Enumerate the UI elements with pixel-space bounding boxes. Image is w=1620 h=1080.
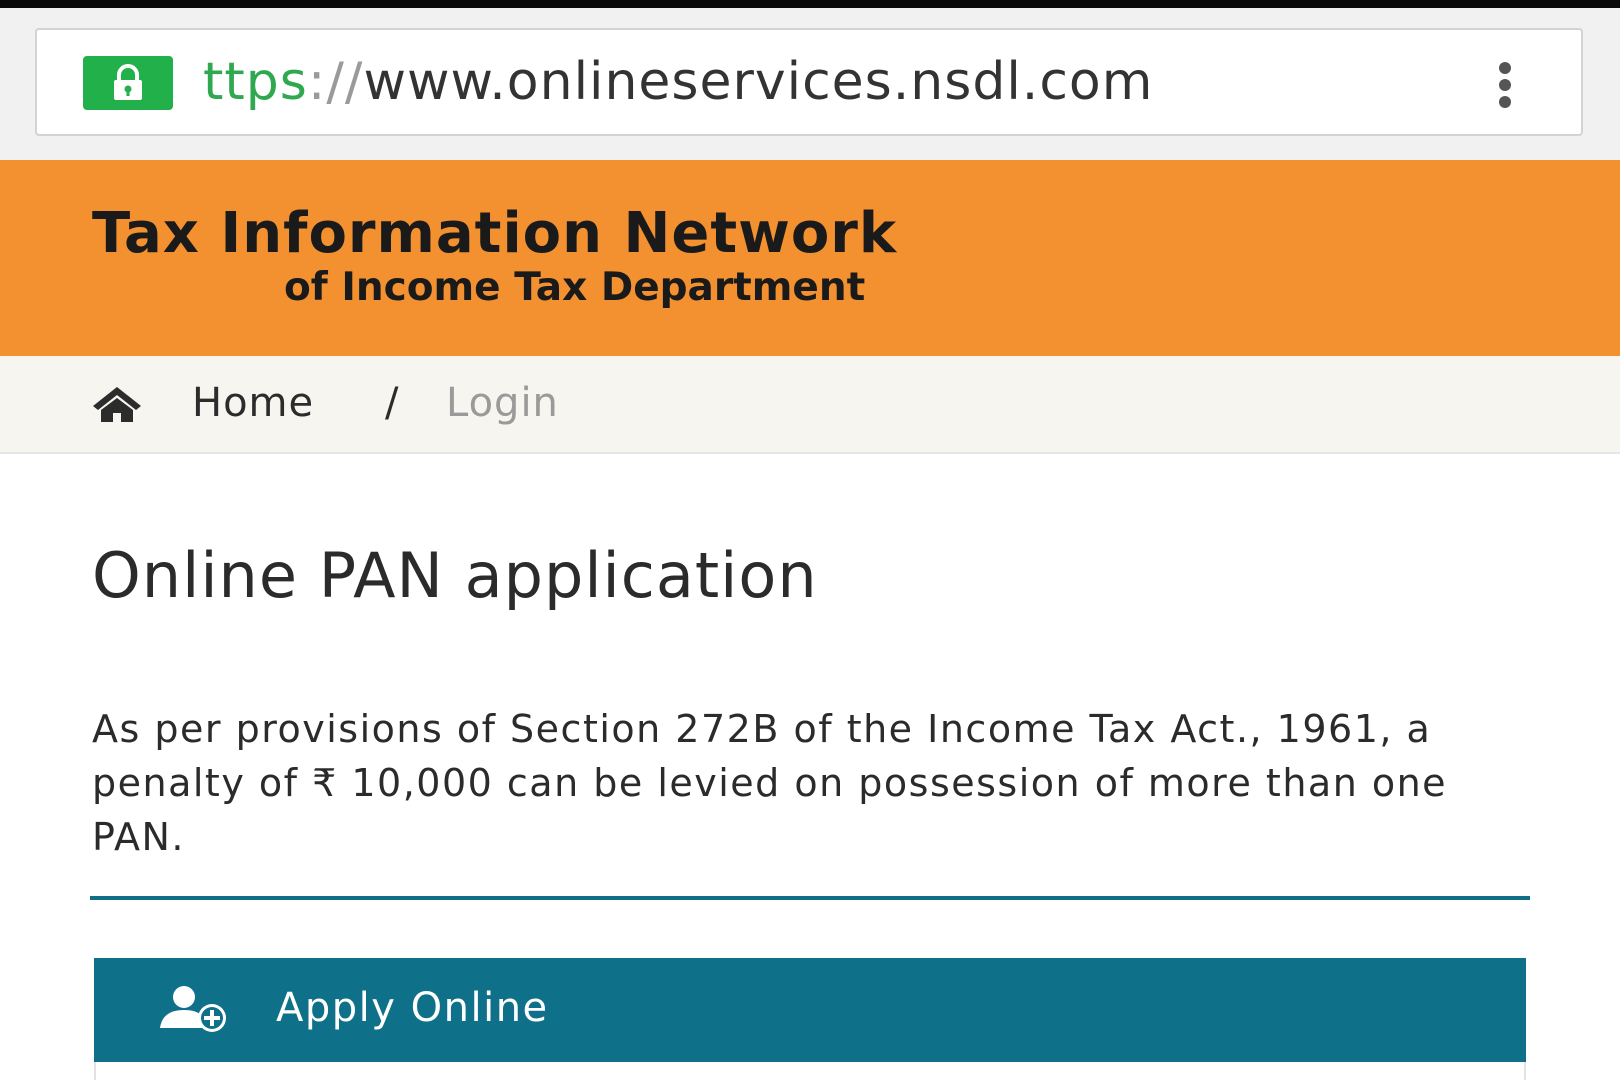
add-user-icon: [156, 984, 232, 1038]
site-subtitle: of Income Tax Department: [284, 265, 866, 310]
url-separator: ://: [307, 52, 364, 112]
breadcrumb-separator: /: [385, 380, 399, 426]
url-text[interactable]: ttps://www.onlineservices.nsdl.com: [203, 52, 1153, 112]
breadcrumb: Home / Login: [0, 356, 1620, 454]
overflow-menu-icon[interactable]: [1495, 60, 1515, 110]
apply-online-button[interactable]: Apply Online: [94, 958, 1526, 1062]
home-icon[interactable]: [90, 384, 144, 428]
browser-toolbar: ttps://www.onlineservices.nsdl.com: [0, 8, 1620, 160]
breadcrumb-home-link[interactable]: Home: [192, 378, 314, 428]
address-bar[interactable]: ttps://www.onlineservices.nsdl.com: [35, 28, 1583, 136]
penalty-notice: As per provisions of Section 272B of the…: [92, 707, 1448, 859]
apply-panel-body: [94, 1062, 1526, 1080]
site-header: Tax Information Network of Income Tax De…: [0, 160, 1620, 356]
url-scheme: ttps: [203, 52, 308, 112]
breadcrumb-current: Login: [446, 380, 559, 426]
status-strip: [0, 0, 1620, 8]
site-title: Tax Information Network: [92, 201, 898, 266]
url-host: www.onlineservices.nsdl.com: [363, 52, 1154, 112]
lock-icon[interactable]: [83, 56, 173, 110]
page-title: Online PAN application: [92, 539, 818, 612]
section-divider: [90, 896, 1530, 900]
apply-online-label: Apply Online: [276, 985, 549, 1031]
